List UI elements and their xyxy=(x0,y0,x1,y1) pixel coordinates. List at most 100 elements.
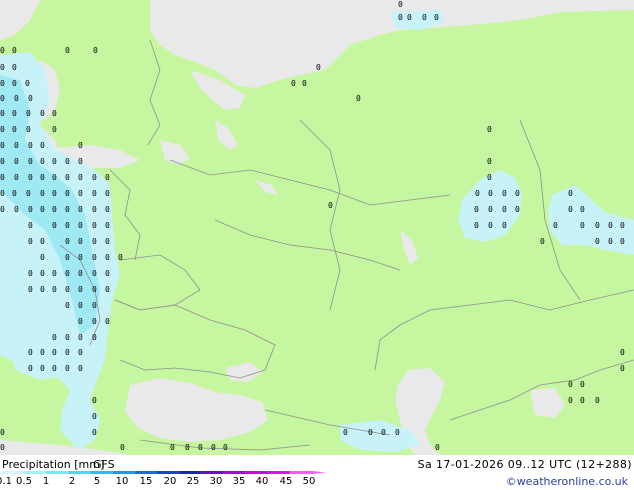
precip-marker: 0 xyxy=(211,443,216,452)
precip-marker: 0 xyxy=(185,443,190,452)
precip-marker: 0 xyxy=(398,13,403,22)
precip-marker: 0 xyxy=(120,443,125,452)
colorbar-swatch xyxy=(289,471,312,474)
precip-marker: 0 xyxy=(92,205,97,214)
precip-marker: 0 xyxy=(487,157,492,166)
colorbar-swatch xyxy=(68,471,91,474)
precip-marker: 0 xyxy=(105,205,110,214)
precip-marker: 0 xyxy=(92,285,97,294)
precip-marker: 0 xyxy=(12,63,17,72)
precip-marker: 0 xyxy=(398,0,403,9)
precip-marker: 0 xyxy=(28,157,33,166)
colorbar-tick-label: 25 xyxy=(187,476,200,485)
precip-marker: 0 xyxy=(105,237,110,246)
precip-marker: 0 xyxy=(52,157,57,166)
precip-marker: 0 xyxy=(52,189,57,198)
precip-marker: 0 xyxy=(502,205,507,214)
precip-marker: 0 xyxy=(580,380,585,389)
precip-marker: 0 xyxy=(92,237,97,246)
precip-marker: 0 xyxy=(515,205,520,214)
legend-title: Precipitation [mm] xyxy=(2,458,105,471)
precip-marker: 0 xyxy=(0,443,5,452)
precip-marker: 0 xyxy=(65,173,70,182)
precip-marker: 0 xyxy=(580,221,585,230)
colorbar-swatch xyxy=(46,471,69,474)
precip-marker: 0 xyxy=(568,396,573,405)
colorbar-tick-label: 5 xyxy=(94,476,100,485)
precip-marker: 0 xyxy=(14,173,19,182)
precip-marker: 0 xyxy=(28,94,33,103)
colorbar-swatch xyxy=(90,471,113,474)
precip-marker: 0 xyxy=(540,237,545,246)
precip-marker: 0 xyxy=(78,189,83,198)
precip-marker: 0 xyxy=(65,364,70,373)
precip-marker: 0 xyxy=(78,301,83,310)
colorbar-swatch xyxy=(201,471,224,474)
precip-marker: 0 xyxy=(78,141,83,150)
precip-marker: 0 xyxy=(52,125,57,134)
credit-link[interactable]: ©weatheronline.co.uk xyxy=(506,476,628,487)
precip-marker: 0 xyxy=(40,157,45,166)
precip-marker: 0 xyxy=(435,443,440,452)
weather-map: 00 0 0 00 0 0 00 00 0 00 0 000 000 0 0 0 00 0 0 0 00 0 0 0 00 0 0 0… xyxy=(0,0,634,455)
precip-marker: 0 xyxy=(40,189,45,198)
legend-model: GFS xyxy=(93,458,115,471)
precip-marker: 0 xyxy=(0,189,5,198)
precip-marker: 0 xyxy=(92,253,97,262)
precip-marker: 0 xyxy=(78,221,83,230)
precip-marker: 0 xyxy=(105,285,110,294)
colorbar-tick-label: 1 xyxy=(43,476,49,485)
precip-marker: 0 xyxy=(12,46,17,55)
precip-marker: 0 xyxy=(65,301,70,310)
precip-marker: 0 xyxy=(105,221,110,230)
colorbar-tick-label: 20 xyxy=(164,476,177,485)
precip-marker: 0 xyxy=(422,13,427,22)
precip-marker: 0 xyxy=(316,63,321,72)
precip-marker: 0 xyxy=(65,237,70,246)
precip-marker: 0 xyxy=(40,141,45,150)
precip-marker: 0 xyxy=(78,364,83,373)
precip-marker: 0 xyxy=(92,189,97,198)
precip-marker: 0 xyxy=(65,205,70,214)
precip-marker: 0 xyxy=(28,221,33,230)
precip-marker: 0 xyxy=(78,348,83,357)
precip-marker: 0 xyxy=(14,141,19,150)
precip-marker: 0 xyxy=(474,205,479,214)
colorbar-tick-label: 45 xyxy=(280,476,293,485)
precip-marker: 0 xyxy=(198,443,203,452)
colorbar-tick-label: 40 xyxy=(256,476,269,485)
precip-marker: 0 xyxy=(0,109,5,118)
precip-marker: 0 xyxy=(568,380,573,389)
precip-marker: 0 xyxy=(28,205,33,214)
precip-marker: 0 xyxy=(14,157,19,166)
precip-marker: 0 xyxy=(52,205,57,214)
precip-marker: 0 xyxy=(0,63,5,72)
precip-marker: 0 xyxy=(14,94,19,103)
precip-marker: 0 xyxy=(40,253,45,262)
colorbar-tick-label: 0.5 xyxy=(16,476,32,485)
precip-marker: 0 xyxy=(381,428,386,437)
precip-marker: 0 xyxy=(92,173,97,182)
precip-marker: 0 xyxy=(92,333,97,342)
precip-marker: 0 xyxy=(0,94,5,103)
precip-marker: 0 xyxy=(40,364,45,373)
precip-marker: 0 xyxy=(395,428,400,437)
colorbar-tick-label: 2 xyxy=(69,476,75,485)
precip-marker: 0 xyxy=(40,269,45,278)
precip-marker: 0 xyxy=(620,237,625,246)
precip-marker: 0 xyxy=(568,189,573,198)
precip-marker: 0 xyxy=(12,79,17,88)
precip-marker: 0 xyxy=(475,189,480,198)
colorbar-tick-label: 0.1 xyxy=(0,476,12,485)
precip-marker: 0 xyxy=(28,348,33,357)
precip-marker: 0 xyxy=(474,221,479,230)
precip-marker: 0 xyxy=(105,173,110,182)
colorbar-tick-label: 50 xyxy=(303,476,316,485)
legend-footer: Precipitation [mm] GFS Sa 17-01-2026 09.… xyxy=(0,455,634,490)
precip-marker: 0 xyxy=(343,428,348,437)
precip-marker: 0 xyxy=(118,253,123,262)
colorbar-tick-label: 10 xyxy=(116,476,129,485)
colorbar-tick-label: 30 xyxy=(210,476,223,485)
precip-marker: 0 xyxy=(0,205,5,214)
precip-marker: 0 xyxy=(65,46,70,55)
